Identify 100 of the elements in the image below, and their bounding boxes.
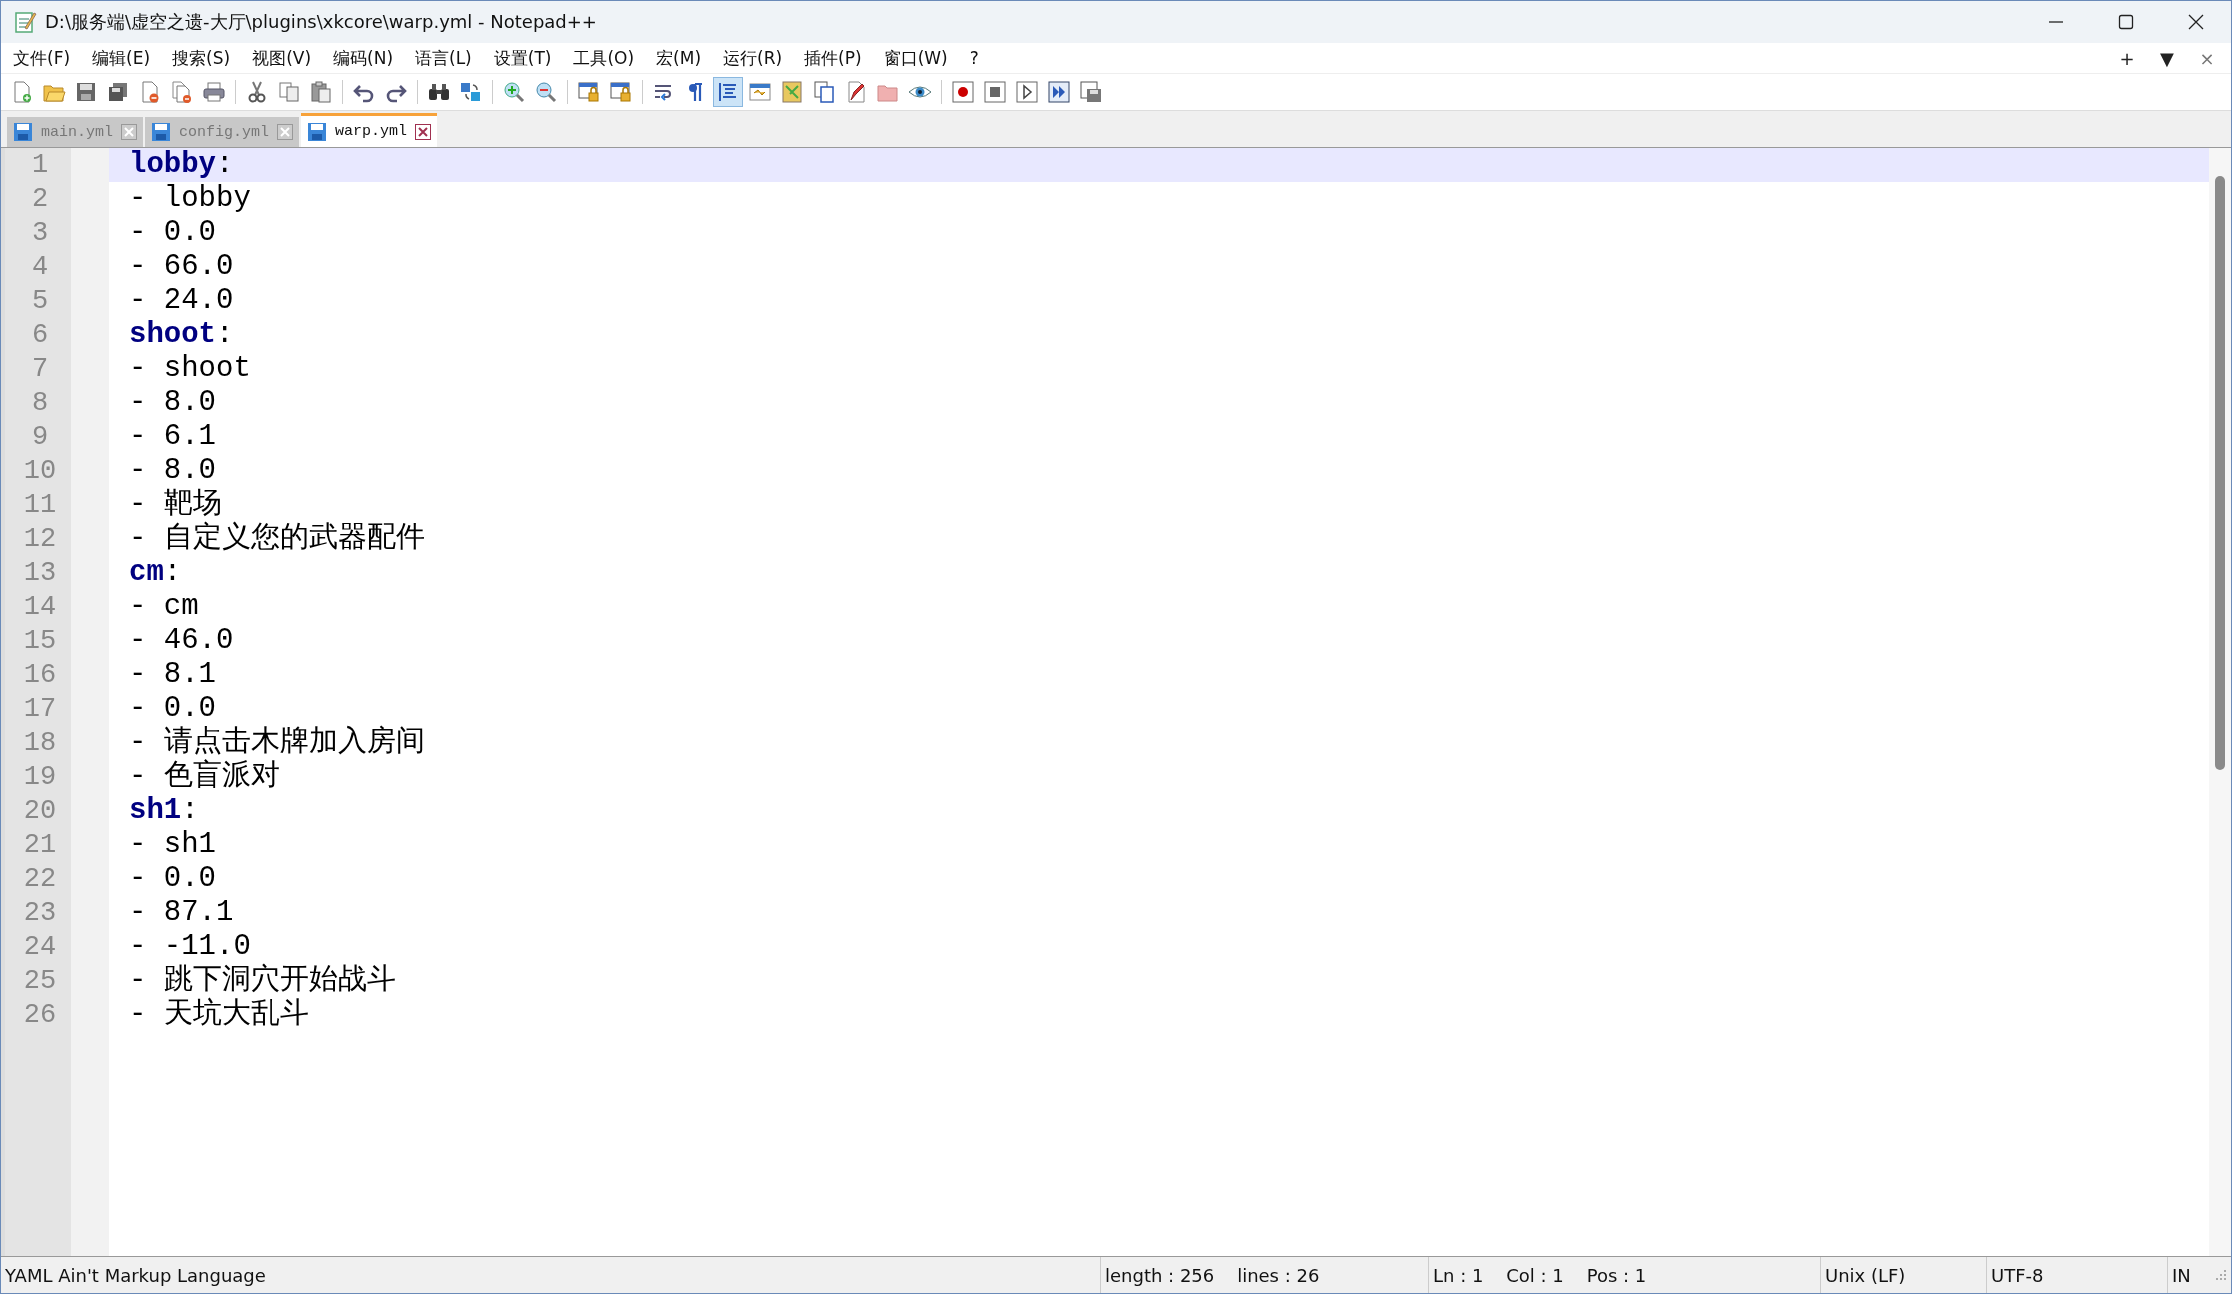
menu-item[interactable]: 语言(L) — [407, 44, 480, 72]
close-document-button[interactable]: × — [2189, 46, 2225, 70]
file-type: YAML Ain't Markup Language — [5, 1264, 266, 1286]
play-icon — [1015, 80, 1039, 104]
list-item: - 请点击木牌加入房间 — [129, 726, 425, 759]
panel-icon — [748, 80, 772, 104]
save-macro-icon — [1079, 80, 1103, 104]
notepad-icon — [13, 10, 37, 34]
line-number: 22 — [22, 863, 58, 896]
record-icon — [951, 80, 975, 104]
floppy-disks-icon — [106, 80, 130, 104]
line-number: 8 — [30, 387, 50, 420]
menu-item[interactable]: 插件(P) — [796, 44, 870, 72]
minimize-icon — [2049, 21, 2063, 23]
menu-item[interactable]: 窗口(W) — [875, 44, 956, 72]
close-tab-icon[interactable] — [277, 124, 294, 140]
printer-icon — [202, 80, 226, 104]
list-item: - 8.1 — [129, 658, 216, 691]
list-item: - 0.0 — [129, 862, 216, 895]
list-item: - shoot — [129, 352, 251, 385]
close-tab-icon[interactable] — [415, 123, 432, 140]
encoding: UTF-8 — [1991, 1264, 2044, 1286]
list-item: - 色盲派对 — [129, 760, 280, 793]
document-map-icon — [780, 80, 804, 104]
line-number: 21 — [22, 829, 58, 862]
tab-label: config.yml — [179, 123, 270, 141]
line-number: 18 — [22, 727, 58, 760]
line-number: 5 — [30, 285, 50, 318]
line-number: 20 — [22, 795, 58, 828]
close-icon — [2186, 12, 2206, 32]
list-item: - 6.1 — [129, 420, 216, 453]
menu-item[interactable]: 搜索(S) — [164, 44, 239, 72]
clipboard-icon — [309, 80, 333, 104]
line-number: 15 — [22, 625, 58, 658]
yaml-key: shoot: — [129, 318, 234, 351]
menu-item[interactable]: 编码(N) — [325, 44, 401, 72]
close-tab-icon[interactable] — [121, 124, 137, 140]
list-item: - 66.0 — [129, 250, 234, 283]
close-files-icon — [170, 80, 194, 104]
fast-forward-icon — [1047, 80, 1071, 104]
line-number: 26 — [22, 999, 58, 1032]
list-item: - 0.0 — [129, 216, 216, 249]
list-item: - 46.0 — [129, 624, 234, 657]
line-number: 9 — [30, 421, 50, 454]
stop-icon — [983, 80, 1007, 104]
menu-item[interactable]: 视图(V) — [244, 44, 320, 72]
new-tab-button[interactable]: + — [2109, 46, 2145, 70]
line-number: 12 — [22, 523, 58, 556]
maximize-icon — [2116, 12, 2136, 32]
menu-item[interactable]: 工具(O) — [565, 44, 643, 72]
yaml-key: sh1: — [129, 794, 199, 827]
tab-label: warp.yml — [335, 123, 408, 140]
line-number: 14 — [22, 591, 58, 624]
menu-item[interactable]: ? — [961, 44, 987, 72]
line-number: 2 — [30, 183, 50, 216]
vertical-scrollbar[interactable] — [2209, 148, 2231, 1256]
menu-item[interactable]: 运行(R) — [715, 44, 791, 72]
line-number: 11 — [22, 489, 58, 522]
window-title: D:\服务端\虚空之遗-大厅\plugins\xkcore\warp.yml - Notepad++ — [45, 10, 598, 34]
window-lock-icon — [577, 80, 601, 104]
menu-item[interactable]: 编辑(E) — [84, 44, 159, 72]
menu-item[interactable]: 宏(M) — [648, 44, 709, 72]
line-number: 6 — [30, 319, 50, 352]
line-number: 10 — [22, 455, 58, 488]
file-tab[interactable]: warp.yml — [301, 113, 438, 147]
yaml-key: lobby: — [129, 148, 234, 181]
line-number: 3 — [30, 217, 50, 250]
yaml-key: cm: — [129, 556, 182, 589]
resize-grip-icon[interactable] — [2215, 1269, 2227, 1281]
line-number: 24 — [22, 931, 58, 964]
list-item: - lobby — [129, 182, 251, 215]
document-length: length : 256 lines : 26 — [1105, 1264, 1320, 1286]
line-number: 19 — [22, 761, 58, 794]
tab-list-button[interactable]: ▼ — [2149, 46, 2185, 70]
zoom-out-icon — [534, 80, 558, 104]
list-item: - 8.0 — [129, 454, 216, 487]
list-item: - 24.0 — [129, 284, 234, 317]
list-item: - 8.0 — [129, 386, 216, 419]
list-item: - 自定义您的武器配件 — [129, 522, 425, 555]
line-number: 17 — [22, 693, 58, 726]
line-number: 23 — [22, 897, 58, 930]
insert-mode: IN — [2172, 1264, 2191, 1286]
line-number: 16 — [22, 659, 58, 692]
list-item: - 天坑大乱斗 — [129, 998, 309, 1031]
line-number: 13 — [22, 557, 58, 590]
list-item: - 跳下洞穴开始战斗 — [129, 964, 396, 997]
window-lock-icon — [609, 80, 633, 104]
cursor-position: Ln : 1 Col : 1 Pos : 1 — [1433, 1264, 1647, 1286]
pages-icon — [812, 80, 836, 104]
menu-item[interactable]: 文件(F) — [5, 44, 79, 72]
list-item: - sh1 — [129, 828, 216, 861]
list-item: - 87.1 — [129, 896, 234, 929]
scrollbar-thumb[interactable] — [2215, 176, 2225, 770]
list-item: - cm — [129, 590, 199, 623]
list-item: - 0.0 — [129, 692, 216, 725]
line-number: 25 — [22, 965, 58, 998]
replace-icon — [459, 80, 483, 104]
line-number: 4 — [30, 251, 50, 284]
menu-item[interactable]: 设置(T) — [485, 44, 560, 72]
list-item: - 靶场 — [129, 488, 222, 521]
